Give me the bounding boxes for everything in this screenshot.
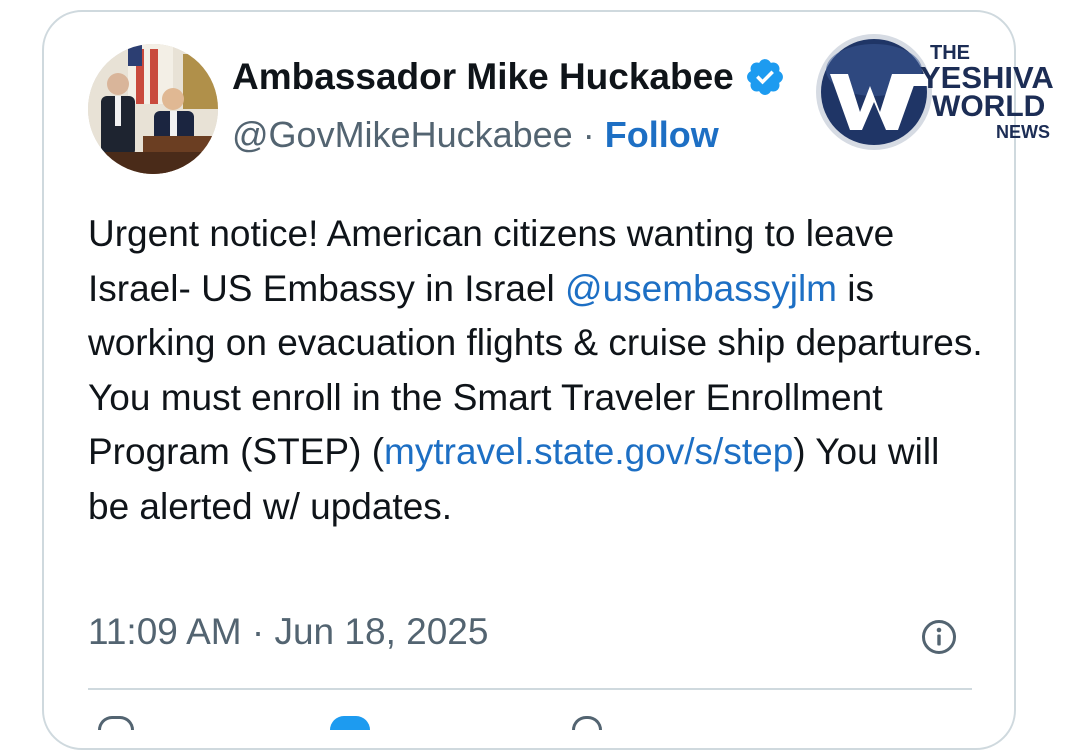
- verified-badge-icon: [744, 56, 786, 98]
- follow-button[interactable]: Follow: [605, 114, 719, 155]
- tweet-time: 11:09 AM: [88, 611, 242, 652]
- yeshiva-world-news-logo: THE YESHIVA WORLD NEWS: [808, 28, 1070, 156]
- divider: [88, 688, 972, 690]
- mention-link[interactable]: @usembassyjlm: [565, 268, 837, 309]
- step-url-link[interactable]: mytravel.state.gov/s/step: [384, 431, 793, 472]
- author-name-row: Ambassador Mike Huckabee: [232, 56, 786, 98]
- logo-word-news: NEWS: [996, 122, 1050, 142]
- info-icon[interactable]: [921, 619, 957, 655]
- avatar[interactable]: [88, 44, 218, 174]
- tweet-body: Urgent notice! American citizens wanting…: [88, 207, 988, 534]
- timestamp-separator: ·: [251, 611, 265, 652]
- tweet-paragraph-1: Urgent notice! American citizens wanting…: [88, 207, 988, 371]
- handle-separator: ·: [582, 114, 595, 155]
- logo-word-world: WORLD: [932, 90, 1046, 123]
- tweet-timestamp[interactable]: 11:09 AM · Jun 18, 2025: [88, 611, 488, 653]
- author-display-name[interactable]: Ambassador Mike Huckabee: [232, 56, 734, 98]
- action-icon-partial[interactable]: [330, 716, 370, 730]
- author-handle[interactable]: @GovMikeHuckabee: [232, 114, 573, 155]
- author-handle-row: @GovMikeHuckabee · Follow: [232, 114, 719, 156]
- tweet-paragraph-2: You must enroll in the Smart Traveler En…: [88, 371, 988, 535]
- tweet-date: Jun 18, 2025: [274, 611, 489, 652]
- action-icon-partial[interactable]: [98, 716, 134, 730]
